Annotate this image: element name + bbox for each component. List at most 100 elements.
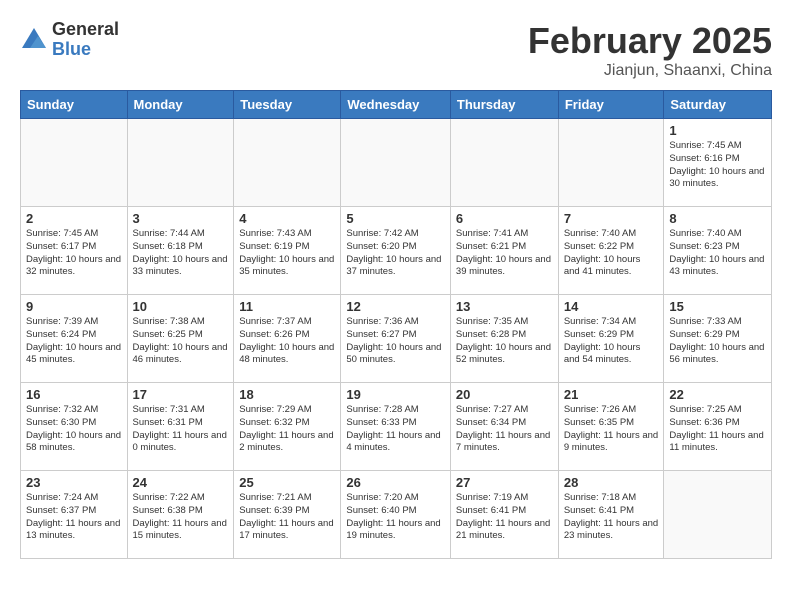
calendar-cell: 26 Sunrise: 7:20 AM Sunset: 6:40 PM Dayli… [341,471,451,559]
day-number: 5 [346,211,445,226]
location: Jianjun, Shaanxi, China [528,62,772,80]
calendar-cell: 8 Sunrise: 7:40 AM Sunset: 6:23 PM Daylig… [664,207,772,295]
day-number: 15 [669,299,766,314]
weekday-header-sunday: Sunday [21,91,128,119]
day-number: 2 [26,211,122,226]
day-info: Sunrise: 7:40 AM Sunset: 6:23 PM Dayligh… [669,228,766,279]
day-number: 24 [133,475,229,490]
title-block: February 2025 Jianjun, Shaanxi, China [528,20,772,80]
weekday-header-tuesday: Tuesday [234,91,341,119]
calendar-cell: 24Sunrise: 7:22 AM Sunset: 6:38 PM Dayli… [127,471,234,559]
day-info: Sunrise: 7:18 AM Sunset: 6:41 PM Dayligh… [564,492,659,543]
day-number: 20 [456,387,553,402]
logo-blue: Blue [52,40,119,60]
day-number: 11 [239,299,335,314]
calendar-cell: 4 Sunrise: 7:43 AM Sunset: 6:19 PM Daylig… [234,207,341,295]
calendar-cell: 11 Sunrise: 7:37 AM Sunset: 6:26 PM Dayli… [234,295,341,383]
calendar-week-row: 2 Sunrise: 7:45 AM Sunset: 6:17 PM Daylig… [21,207,772,295]
calendar-cell [234,119,341,207]
calendar-cell: 9 Sunrise: 7:39 AM Sunset: 6:24 PM Daylig… [21,295,128,383]
day-number: 19 [346,387,445,402]
day-number: 22 [669,387,766,402]
day-info: Sunrise: 7:39 AM Sunset: 6:24 PM Dayligh… [26,316,122,367]
day-info: Sunrise: 7:33 AM Sunset: 6:29 PM Dayligh… [669,316,766,367]
day-info: Sunrise: 7:43 AM Sunset: 6:19 PM Dayligh… [239,228,335,279]
day-info: Sunrise: 7:37 AM Sunset: 6:26 PM Dayligh… [239,316,335,367]
weekday-header-friday: Friday [558,91,664,119]
logo: General Blue [20,20,119,60]
day-info: Sunrise: 7:41 AM Sunset: 6:21 PM Dayligh… [456,228,553,279]
day-info: Sunrise: 7:31 AM Sunset: 6:31 PM Dayligh… [133,404,229,455]
calendar-week-row: 1 Sunrise: 7:45 AM Sunset: 6:16 PM Daylig… [21,119,772,207]
weekday-header-row: SundayMondayTuesdayWednesdayThursdayFrid… [21,91,772,119]
day-number: 18 [239,387,335,402]
day-number: 8 [669,211,766,226]
day-number: 27 [456,475,553,490]
calendar-week-row: 9 Sunrise: 7:39 AM Sunset: 6:24 PM Daylig… [21,295,772,383]
calendar-cell: 15 Sunrise: 7:33 AM Sunset: 6:29 PM Dayli… [664,295,772,383]
calendar-cell: 25Sunrise: 7:21 AM Sunset: 6:39 PM Dayli… [234,471,341,559]
calendar-cell [450,119,558,207]
calendar-table: SundayMondayTuesdayWednesdayThursdayFrid… [20,90,772,559]
day-number: 12 [346,299,445,314]
calendar-cell: 2 Sunrise: 7:45 AM Sunset: 6:17 PM Daylig… [21,207,128,295]
calendar-cell: 1 Sunrise: 7:45 AM Sunset: 6:16 PM Daylig… [664,119,772,207]
page-header: General Blue February 2025 Jianjun, Shaa… [20,20,772,80]
logo-text: General Blue [52,20,119,60]
calendar-cell [558,119,664,207]
day-info: Sunrise: 7:38 AM Sunset: 6:25 PM Dayligh… [133,316,229,367]
day-number: 7 [564,211,659,226]
calendar-cell: 28 Sunrise: 7:18 AM Sunset: 6:41 PM Dayli… [558,471,664,559]
day-info: Sunrise: 7:45 AM Sunset: 6:17 PM Dayligh… [26,228,122,279]
weekday-header-saturday: Saturday [664,91,772,119]
calendar-cell: 19Sunrise: 7:28 AM Sunset: 6:33 PM Dayli… [341,383,451,471]
day-info: Sunrise: 7:44 AM Sunset: 6:18 PM Dayligh… [133,228,229,279]
day-info: Sunrise: 7:27 AM Sunset: 6:34 PM Dayligh… [456,404,553,455]
calendar-week-row: 23 Sunrise: 7:24 AM Sunset: 6:37 PM Dayli… [21,471,772,559]
day-number: 16 [26,387,122,402]
calendar-cell [341,119,451,207]
calendar-cell: 22 Sunrise: 7:25 AM Sunset: 6:36 PM Dayli… [664,383,772,471]
day-number: 10 [133,299,229,314]
calendar-cell: 10 Sunrise: 7:38 AM Sunset: 6:25 PM Dayli… [127,295,234,383]
day-info: Sunrise: 7:25 AM Sunset: 6:36 PM Dayligh… [669,404,766,455]
calendar-cell: 14Sunrise: 7:34 AM Sunset: 6:29 PM Dayli… [558,295,664,383]
calendar-week-row: 16 Sunrise: 7:32 AM Sunset: 6:30 PM Dayli… [21,383,772,471]
logo-icon [20,26,48,54]
weekday-header-monday: Monday [127,91,234,119]
day-info: Sunrise: 7:40 AM Sunset: 6:22 PM Dayligh… [564,228,659,279]
day-number: 9 [26,299,122,314]
calendar-cell: 12Sunrise: 7:36 AM Sunset: 6:27 PM Dayli… [341,295,451,383]
day-number: 17 [133,387,229,402]
calendar-cell: 20 Sunrise: 7:27 AM Sunset: 6:34 PM Dayli… [450,383,558,471]
calendar-cell: 16 Sunrise: 7:32 AM Sunset: 6:30 PM Dayli… [21,383,128,471]
day-number: 28 [564,475,659,490]
day-info: Sunrise: 7:35 AM Sunset: 6:28 PM Dayligh… [456,316,553,367]
day-number: 4 [239,211,335,226]
calendar-cell: 13 Sunrise: 7:35 AM Sunset: 6:28 PM Dayli… [450,295,558,383]
day-number: 26 [346,475,445,490]
calendar-cell: 18 Sunrise: 7:29 AM Sunset: 6:32 PM Dayli… [234,383,341,471]
day-info: Sunrise: 7:21 AM Sunset: 6:39 PM Dayligh… [239,492,335,543]
day-info: Sunrise: 7:42 AM Sunset: 6:20 PM Dayligh… [346,228,445,279]
calendar-cell: 23 Sunrise: 7:24 AM Sunset: 6:37 PM Dayli… [21,471,128,559]
calendar-cell [21,119,128,207]
calendar-cell: 3 Sunrise: 7:44 AM Sunset: 6:18 PM Daylig… [127,207,234,295]
day-number: 6 [456,211,553,226]
day-number: 3 [133,211,229,226]
day-info: Sunrise: 7:29 AM Sunset: 6:32 PM Dayligh… [239,404,335,455]
calendar-cell [664,471,772,559]
calendar-cell: 5 Sunrise: 7:42 AM Sunset: 6:20 PM Daylig… [341,207,451,295]
day-info: Sunrise: 7:32 AM Sunset: 6:30 PM Dayligh… [26,404,122,455]
day-info: Sunrise: 7:20 AM Sunset: 6:40 PM Dayligh… [346,492,445,543]
day-number: 23 [26,475,122,490]
weekday-header-wednesday: Wednesday [341,91,451,119]
calendar-cell: 17 Sunrise: 7:31 AM Sunset: 6:31 PM Dayli… [127,383,234,471]
day-info: Sunrise: 7:45 AM Sunset: 6:16 PM Dayligh… [669,140,766,191]
calendar-cell: 21Sunrise: 7:26 AM Sunset: 6:35 PM Dayli… [558,383,664,471]
day-number: 14 [564,299,659,314]
day-info: Sunrise: 7:24 AM Sunset: 6:37 PM Dayligh… [26,492,122,543]
day-number: 1 [669,123,766,138]
day-info: Sunrise: 7:26 AM Sunset: 6:35 PM Dayligh… [564,404,659,455]
day-number: 13 [456,299,553,314]
